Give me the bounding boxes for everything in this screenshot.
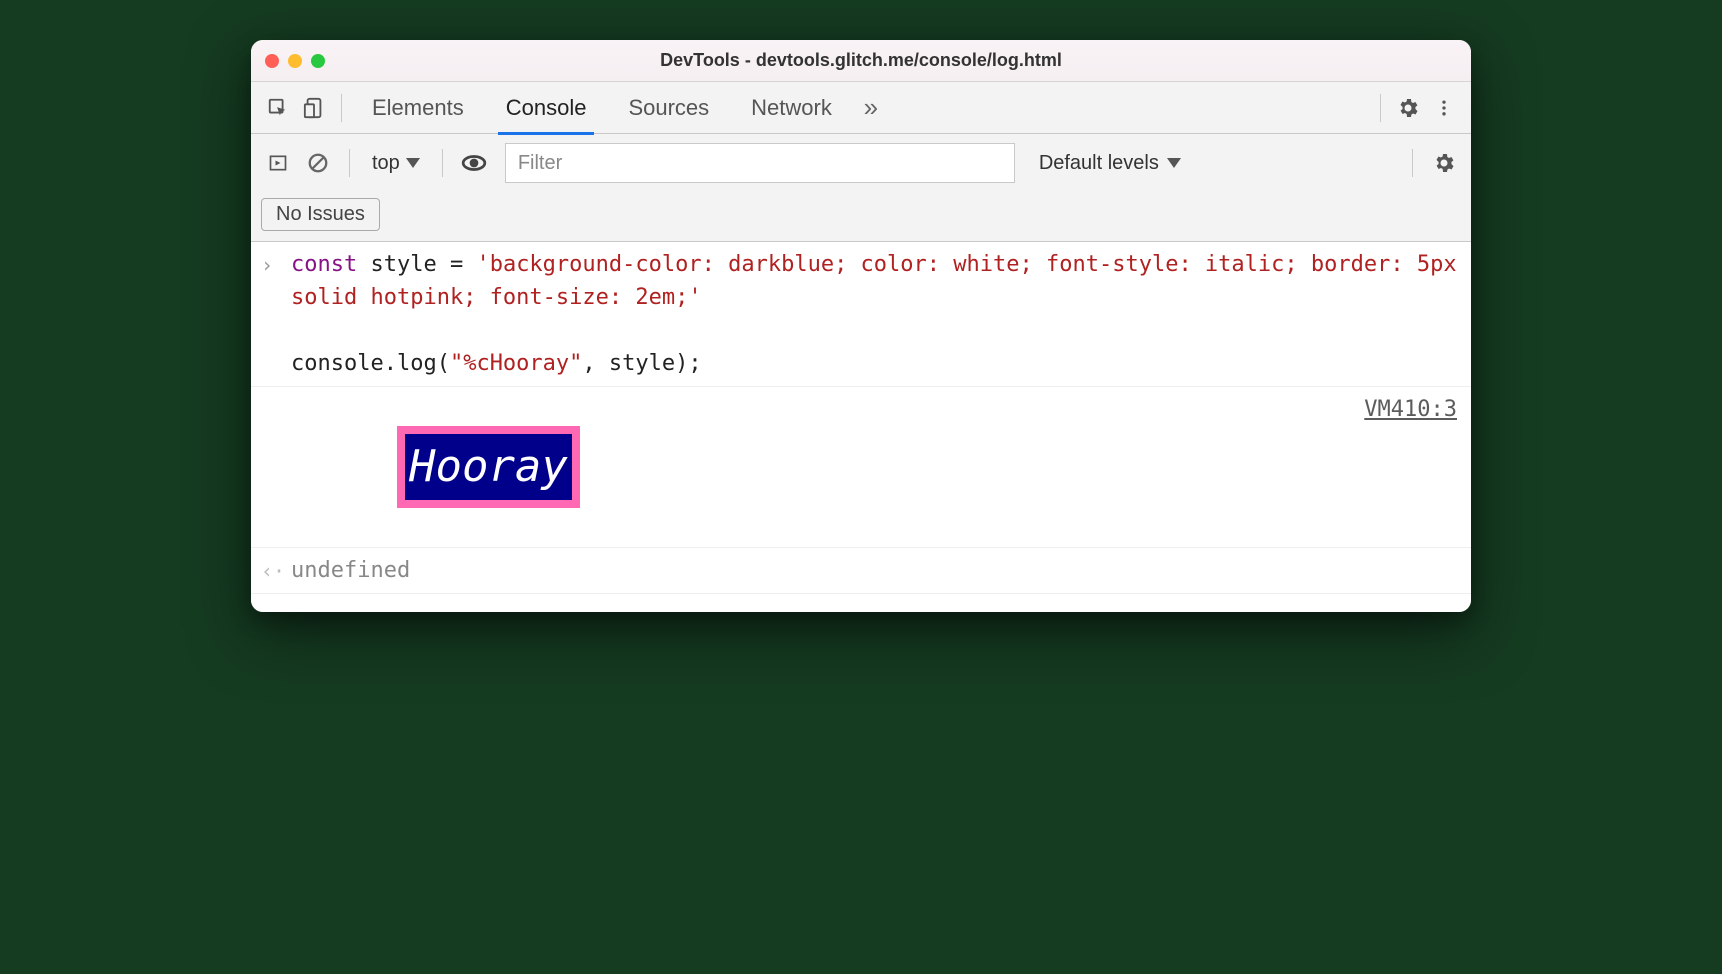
titlebar: DevTools - devtools.glitch.me/console/lo… (251, 40, 1471, 82)
more-tabs-icon[interactable]: » (856, 93, 886, 123)
divider (341, 94, 342, 122)
console-log-area[interactable]: › const style = 'background-color: darkb… (251, 242, 1471, 612)
kebab-menu-icon[interactable] (1429, 93, 1459, 123)
input-chevron-icon: › (261, 248, 291, 280)
inspect-element-icon[interactable] (263, 93, 293, 123)
console-output: Hooray (291, 393, 1352, 541)
issues-bar: No Issues (251, 192, 1471, 242)
tab-sources[interactable]: Sources (610, 82, 727, 134)
console-return-row: ‹· undefined (251, 548, 1471, 594)
main-tab-bar: Elements Console Sources Network » (251, 82, 1471, 134)
return-value: undefined (291, 554, 1457, 587)
chevron-down-icon (406, 158, 420, 168)
divider (1380, 94, 1381, 122)
levels-label: Default levels (1039, 152, 1159, 175)
console-output-row: Hooray VM410:3 (251, 387, 1471, 548)
devtools-window: DevTools - devtools.glitch.me/console/lo… (251, 40, 1471, 612)
console-settings-icon[interactable] (1429, 148, 1459, 178)
device-toolbar-icon[interactable] (299, 93, 329, 123)
console-toolbar: top Default levels (251, 134, 1471, 192)
window-title: DevTools - devtools.glitch.me/console/lo… (251, 50, 1471, 71)
console-prompt-row[interactable]: › (251, 594, 1471, 612)
output-gutter (261, 393, 291, 395)
traffic-lights (265, 54, 325, 68)
styled-log-output: Hooray (397, 426, 580, 508)
close-window-button[interactable] (265, 54, 279, 68)
log-levels-selector[interactable]: Default levels (1039, 152, 1181, 175)
console-input-code[interactable]: const style = 'background-color: darkblu… (291, 248, 1457, 380)
divider (442, 149, 443, 177)
source-link[interactable]: VM410:3 (1364, 393, 1457, 426)
return-chevron-icon: ‹· (261, 554, 291, 586)
divider (1412, 149, 1413, 177)
minimize-window-button[interactable] (288, 54, 302, 68)
tab-console[interactable]: Console (488, 82, 605, 134)
context-label: top (372, 152, 400, 175)
tab-elements[interactable]: Elements (354, 82, 482, 134)
live-expression-icon[interactable] (459, 148, 489, 178)
issues-chip[interactable]: No Issues (261, 198, 380, 231)
zoom-window-button[interactable] (311, 54, 325, 68)
clear-console-icon[interactable] (303, 148, 333, 178)
prompt-chevron-icon: › (261, 600, 291, 612)
divider (349, 149, 350, 177)
context-selector[interactable]: top (366, 152, 426, 175)
chevron-down-icon (1167, 158, 1181, 168)
console-input-row: › const style = 'background-color: darkb… (251, 242, 1471, 387)
toggle-drawer-icon[interactable] (263, 148, 293, 178)
tab-network[interactable]: Network (733, 82, 850, 134)
filter-input[interactable] (505, 143, 1015, 183)
settings-icon[interactable] (1393, 93, 1423, 123)
